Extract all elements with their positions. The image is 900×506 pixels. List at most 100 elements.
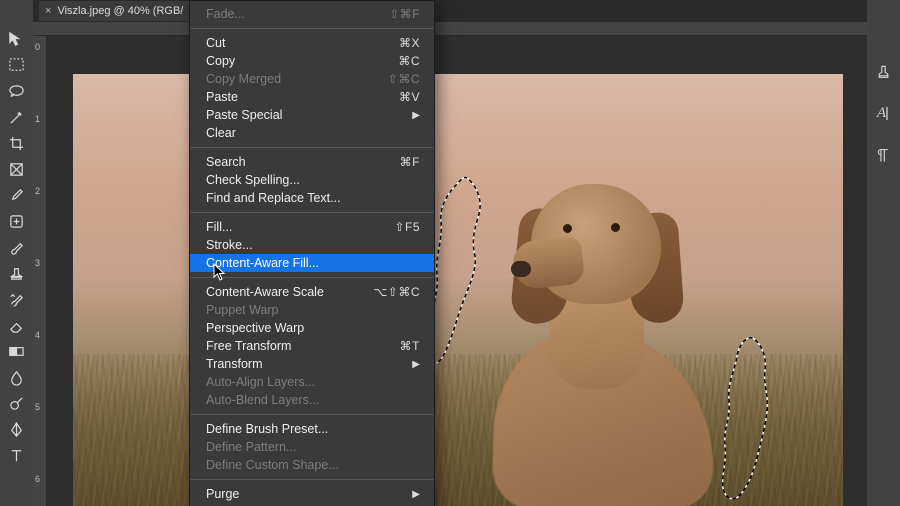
menu-shortcut: ⌘T: [400, 339, 420, 353]
menu-item-copy-merged: Copy Merged⇧⌘C: [190, 70, 434, 88]
menu-item-label: Find and Replace Text...: [206, 191, 341, 205]
menu-item-free-transform[interactable]: Free Transform ⌘T: [190, 337, 434, 355]
pen-tool[interactable]: [4, 418, 30, 440]
close-tab-icon[interactable]: ×: [45, 1, 51, 21]
ruler-tick: 4: [35, 330, 40, 340]
magic-wand-tool[interactable]: [4, 106, 30, 128]
menu-item-label: Fill...: [206, 220, 232, 234]
menu-item-label: Fade...: [206, 7, 245, 21]
menu-item-label: Copy: [206, 54, 235, 68]
menu-item-label: Define Custom Shape...: [206, 458, 339, 472]
menu-item-define-pattern: Define Pattern...: [190, 438, 434, 456]
marquee-tool[interactable]: [4, 54, 30, 76]
submenu-arrow-icon: ▶: [412, 110, 420, 121]
eraser-tool[interactable]: [4, 314, 30, 336]
ruler-tick: 5: [35, 402, 40, 412]
menu-shortcut: ⇧⌘C: [388, 72, 420, 86]
character-panel-icon[interactable]: A: [873, 102, 895, 124]
menu-separator: [190, 147, 434, 148]
menu-item-check-spelling[interactable]: Check Spelling...: [190, 171, 434, 189]
brush-tool[interactable]: [4, 236, 30, 258]
edit-menu-dropdown[interactable]: Fade...⇧⌘FCut⌘XCopy⌘CCopy Merged⇧⌘CPaste…: [189, 0, 435, 506]
menu-item-label: Clear: [206, 126, 236, 140]
ruler-tick: 0: [35, 42, 40, 52]
menu-item-label: Perspective Warp: [206, 321, 304, 335]
menu-item-label: Define Pattern...: [206, 440, 296, 454]
lasso-tool[interactable]: [4, 80, 30, 102]
menu-shortcut: ⌥⇧⌘C: [373, 285, 420, 299]
menu-item-label: Free Transform: [206, 339, 291, 353]
image-dog-subject: [453, 169, 753, 506]
menu-item-label: Auto-Align Layers...: [206, 375, 315, 389]
menu-item-search[interactable]: Search ⌘F: [190, 153, 434, 171]
menu-item-stroke[interactable]: Stroke...: [190, 236, 434, 254]
menu-item-fill[interactable]: Fill...⇧F5: [190, 218, 434, 236]
menu-item-label: Paste Special: [206, 108, 282, 122]
type-tool[interactable]: [4, 444, 30, 466]
horizontal-ruler: [33, 22, 867, 36]
menu-item-label: Transform: [206, 357, 263, 371]
menu-item-transform[interactable]: Transform ▶: [190, 355, 434, 373]
menu-item-cut[interactable]: Cut ⌘X: [190, 34, 434, 52]
ruler-tick: 2: [35, 186, 40, 196]
menu-item-puppet-warp: Puppet Warp: [190, 301, 434, 319]
menu-item-purge[interactable]: Purge ▶: [190, 485, 434, 503]
menu-item-label: Paste: [206, 90, 238, 104]
menu-item-label: Puppet Warp: [206, 303, 279, 317]
frame-tool[interactable]: [4, 158, 30, 180]
document-tab[interactable]: × Viszla.jpeg @ 40% (RGB/: [39, 1, 193, 21]
dodge-tool[interactable]: [4, 392, 30, 414]
healing-brush-tool[interactable]: [4, 210, 30, 232]
menu-item-fade: Fade... ⇧⌘F: [190, 5, 434, 23]
menu-item-clear[interactable]: Clear: [190, 124, 434, 142]
menu-shortcut: ⌘X: [399, 36, 420, 50]
menu-item-label: Content-Aware Fill...: [206, 256, 319, 270]
menu-item-paste-special[interactable]: Paste Special ▶: [190, 106, 434, 124]
menu-item-label: Content-Aware Scale: [206, 285, 324, 299]
menu-item-label: Stroke...: [206, 238, 253, 252]
menu-item-label: Search: [206, 155, 246, 169]
menu-item-label: Define Brush Preset...: [206, 422, 328, 436]
menu-item-content-aware-fill[interactable]: Content-Aware Fill...: [190, 254, 434, 272]
menu-separator: [190, 479, 434, 480]
paragraph-panel-icon[interactable]: [873, 144, 895, 166]
menu-item-define-brush-preset[interactable]: Define Brush Preset...: [190, 420, 434, 438]
crop-tool[interactable]: [4, 132, 30, 154]
menu-item-auto-align-layers: Auto-Align Layers...: [190, 373, 434, 391]
menu-separator: [190, 277, 434, 278]
submenu-arrow-icon: ▶: [412, 489, 420, 500]
ruler-tick: 3: [35, 258, 40, 268]
menu-shortcut: ⇧⌘F: [389, 7, 420, 21]
menu-item-content-aware-scale[interactable]: Content-Aware Scale ⌥⇧⌘C: [190, 283, 434, 301]
menu-item-label: Auto-Blend Layers...: [206, 393, 319, 407]
document-tab-title: Viszla.jpeg @ 40% (RGB/: [57, 1, 183, 21]
gradient-tool[interactable]: [4, 340, 30, 362]
menu-item-perspective-warp[interactable]: Perspective Warp: [190, 319, 434, 337]
document-tab-bar: × Viszla.jpeg @ 40% (RGB/: [33, 0, 900, 22]
app-window: × Viszla.jpeg @ 40% (RGB/ A 0123456: [0, 0, 900, 506]
menu-separator: [190, 414, 434, 415]
ruler-tick: 6: [35, 474, 40, 484]
menu-item-label: Check Spelling...: [206, 173, 300, 187]
stamp-panel-icon[interactable]: [873, 60, 895, 82]
menu-shortcut: ⌘V: [399, 90, 420, 104]
clone-stamp-tool[interactable]: [4, 262, 30, 284]
menu-separator: [190, 28, 434, 29]
menu-item-find-and-replace-text[interactable]: Find and Replace Text...: [190, 189, 434, 207]
history-brush-tool[interactable]: [4, 288, 30, 310]
canvas-area[interactable]: [47, 36, 867, 506]
eyedropper-tool[interactable]: [4, 184, 30, 206]
move-tool[interactable]: [4, 28, 30, 50]
blur-tool[interactable]: [4, 366, 30, 388]
menu-separator: [190, 212, 434, 213]
menu-shortcut: ⌘F: [400, 155, 420, 169]
vertical-ruler: 0123456: [33, 36, 47, 506]
right-panel-strip: A: [867, 0, 900, 506]
menu-item-paste[interactable]: Paste ⌘V: [190, 88, 434, 106]
submenu-arrow-icon: ▶: [412, 359, 420, 370]
menu-item-define-custom-shape: Define Custom Shape...: [190, 456, 434, 474]
menu-item-copy[interactable]: Copy⌘C: [190, 52, 434, 70]
menu-item-label: Purge: [206, 487, 239, 501]
menu-item-auto-blend-layers: Auto-Blend Layers...: [190, 391, 434, 409]
menu-item-label: Cut: [206, 36, 225, 50]
